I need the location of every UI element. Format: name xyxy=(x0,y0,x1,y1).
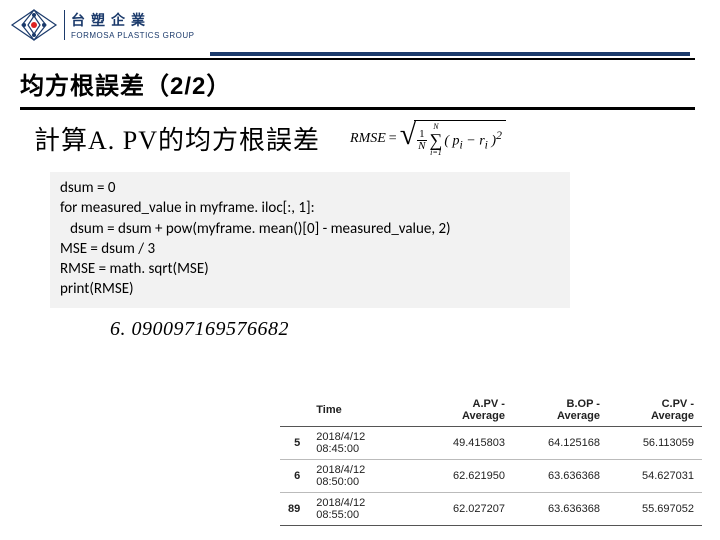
slide-header: 台塑企業 FORMOSA PLASTICS GROUP xyxy=(0,0,720,46)
formula-term: ( pi − ri )2 xyxy=(444,129,502,151)
code-line: print(RMSE) xyxy=(60,279,560,299)
table-row: 89 2018/4/12 08:55:00 62.027207 63.63636… xyxy=(280,493,702,526)
rmse-formula: RMSE = √ 1 N N ∑ i=1 ( pi − ri )2 xyxy=(350,120,506,157)
code-line: dsum = dsum + pow(myframe. mean()[0] - m… xyxy=(60,219,560,239)
subtitle-row: 計算A. PV的均方根誤差 RMSE = √ 1 N N ∑ i=1 ( pi … xyxy=(34,120,690,157)
code-line: MSE = dsum / 3 xyxy=(60,239,560,259)
code-line: for measured_value in myframe. iloc[:, 1… xyxy=(60,198,560,218)
data-table-wrap: Time A.PV - Average B.OP - Average C.PV … xyxy=(280,394,702,526)
company-logo-icon xyxy=(10,8,58,42)
col-time: Time xyxy=(308,394,419,427)
col-apv: A.PV - Average xyxy=(419,394,513,427)
col-index xyxy=(280,394,308,427)
formula-eq: = xyxy=(389,131,397,147)
table-header-row: Time A.PV - Average B.OP - Average C.PV … xyxy=(280,394,702,427)
table-row: 6 2018/4/12 08:50:00 62.621950 63.636368… xyxy=(280,460,702,493)
header-rule-thick xyxy=(210,52,690,56)
section-subtitle: 計算A. PV的均方根誤差 xyxy=(34,120,320,157)
code-output: 6. 090097169576682 xyxy=(110,318,289,341)
separator xyxy=(64,10,65,40)
formula-lhs: RMSE xyxy=(350,131,386,147)
data-table: Time A.PV - Average B.OP - Average C.PV … xyxy=(280,394,702,526)
summation-icon: N ∑ i=1 xyxy=(430,123,443,157)
title-bar: 均方根誤差（2/2） xyxy=(20,66,695,110)
code-line: RMSE = math. sqrt(MSE) xyxy=(60,259,560,279)
code-line: dsum = 0 xyxy=(60,178,560,198)
formula-fraction: 1 N xyxy=(416,129,427,152)
sqrt-icon: √ 1 N N ∑ i=1 ( pi − ri )2 xyxy=(400,120,506,157)
col-cpv: C.PV - Average xyxy=(608,394,702,427)
header-rule-thin xyxy=(20,58,695,60)
brand-text: 台塑企業 FORMOSA PLASTICS GROUP xyxy=(71,10,194,40)
page-title: 均方根誤差（2/2） xyxy=(20,66,695,101)
col-bop: B.OP - Average xyxy=(513,394,608,427)
brand-name-cn: 台塑企業 xyxy=(71,10,194,30)
logo-block: 台塑企業 FORMOSA PLASTICS GROUP xyxy=(10,8,194,42)
table-row: 5 2018/4/12 08:45:00 49.415803 64.125168… xyxy=(280,427,702,460)
code-block: dsum = 0 for measured_value in myframe. … xyxy=(50,172,570,308)
brand-name-en: FORMOSA PLASTICS GROUP xyxy=(71,31,194,40)
